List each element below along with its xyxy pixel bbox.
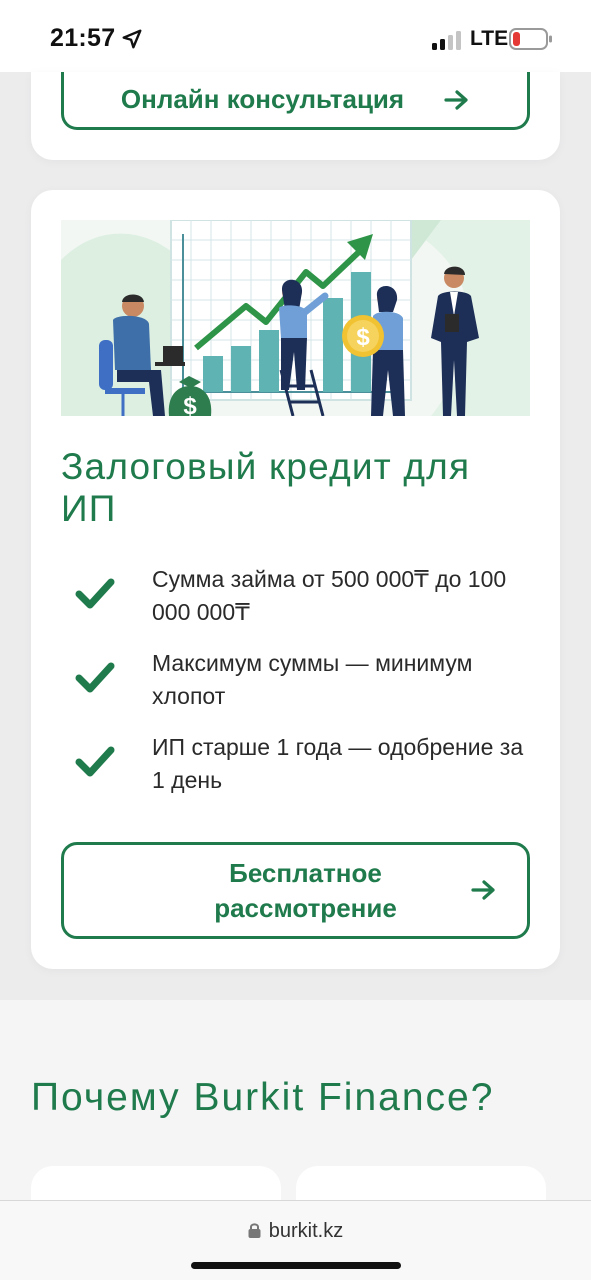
- business-growth-illustration: $ $: [61, 220, 530, 416]
- online-consultation-button[interactable]: Онлайн консультация: [61, 72, 530, 130]
- benefit-text: Максимум суммы — минимум хлопот: [152, 650, 473, 709]
- benefit-item: Сумма займа от 500 000₸ до 100 000 000₸: [75, 563, 535, 633]
- screen: 21:57 LTE Онлайн консультация $ $ Залого…: [0, 0, 591, 1280]
- free-review-button[interactable]: Бесплатное рассмотрение: [61, 842, 530, 939]
- url-text: burkit.kz: [268, 1220, 344, 1242]
- benefit-item: Максимум суммы — минимум хлопот: [75, 647, 535, 717]
- home-indicator[interactable]: [191, 1262, 401, 1269]
- status-time: 21:57: [50, 24, 116, 52]
- free-review-label: Бесплатное рассмотрение: [214, 857, 397, 923]
- svg-text:$: $: [183, 393, 197, 416]
- section-title: Почему Burkit Finance?: [31, 1076, 495, 1119]
- signal-icon: [432, 31, 461, 50]
- benefit-item: ИП старше 1 года — одобрение за 1 день: [75, 731, 535, 801]
- online-consultation-label: Онлайн консультация: [120, 84, 405, 114]
- checkmark-icon: [75, 578, 115, 609]
- checkmark-icon: [75, 746, 115, 777]
- lock-icon: [248, 1223, 261, 1238]
- arrow-right-icon: [444, 89, 468, 110]
- arrow-right-icon: [471, 880, 495, 900]
- benefit-text: ИП старше 1 года — одобрение за 1 день: [152, 734, 524, 793]
- location-arrow-icon: [122, 29, 142, 49]
- checkmark-icon: [75, 662, 115, 693]
- address-field[interactable]: burkit.kz: [0, 1220, 591, 1243]
- benefit-text: Сумма займа от 500 000₸ до 100 000 000₸: [152, 566, 507, 625]
- svg-text:$: $: [356, 324, 370, 351]
- battery-low-icon: [509, 28, 552, 50]
- loan-card-title: Залоговый кредит для ИП: [61, 446, 471, 529]
- network-type: LTE: [470, 27, 509, 50]
- status-bar: 21:57 LTE: [0, 0, 591, 72]
